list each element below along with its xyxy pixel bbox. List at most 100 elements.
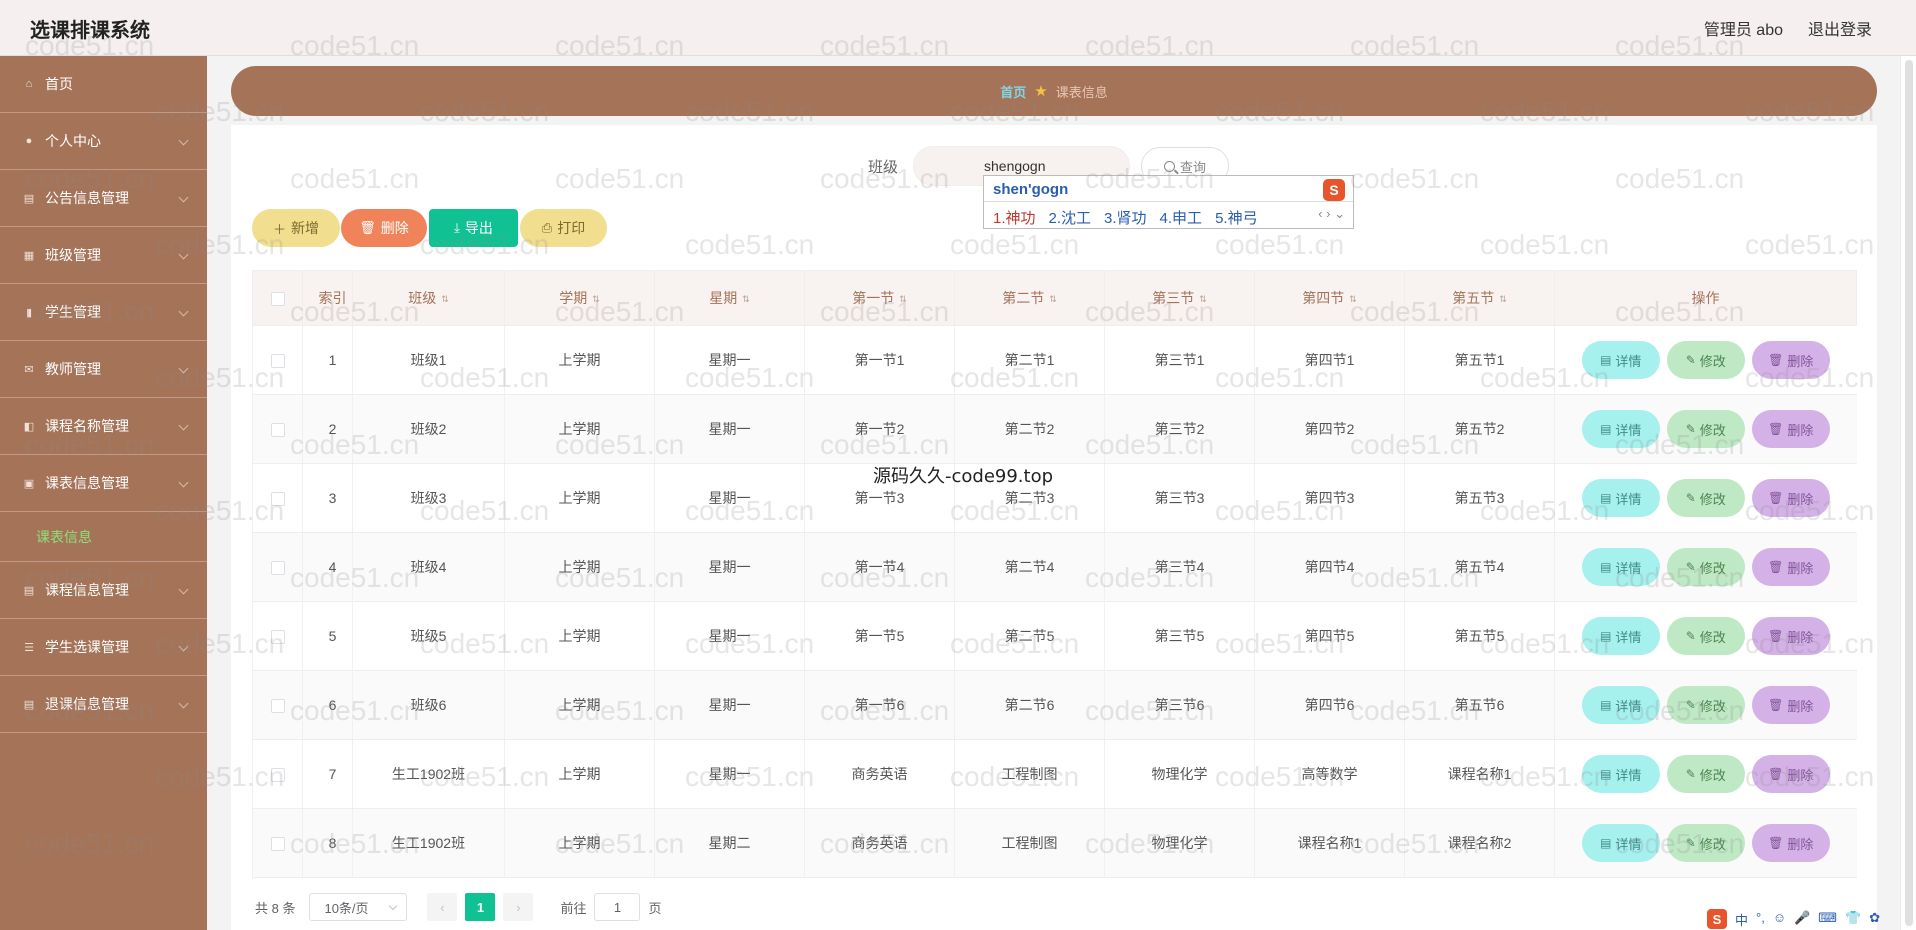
detail-button[interactable]: ▤ 详情: [1581, 686, 1660, 724]
edit-button[interactable]: ✎ 修改: [1666, 617, 1745, 655]
sidebar-item[interactable]: ⌂ 首页: [0, 56, 207, 113]
column-header[interactable]: 第一节 ⇅: [804, 270, 955, 326]
detail-button[interactable]: ▤ 详情: [1581, 341, 1660, 379]
sidebar-item[interactable]: ▤ 退课信息管理: [0, 676, 207, 733]
column-header[interactable]: 星期 ⇅: [654, 270, 805, 326]
delete-button[interactable]: 🗑 删除: [1751, 686, 1830, 724]
detail-button[interactable]: ▤ 详情: [1581, 617, 1660, 655]
row-checkbox[interactable]: [270, 699, 285, 714]
logout-link[interactable]: 退出登录: [1808, 16, 1872, 40]
edit-button[interactable]: ✎ 修改: [1666, 824, 1745, 862]
sort-icon[interactable]: ⇅: [1049, 294, 1057, 305]
delete-button[interactable]: 🗑 删除: [1751, 824, 1830, 862]
sidebar-item[interactable]: ▦ 班级管理: [0, 227, 207, 284]
add-button[interactable]: ＋ 新增: [252, 209, 340, 247]
table-cell: 星期一: [654, 463, 805, 533]
row-checkbox[interactable]: [270, 492, 285, 507]
trash-icon: 🗑: [1768, 491, 1784, 505]
checkbox[interactable]: [270, 292, 285, 307]
table-cell: 第二节1: [954, 325, 1105, 395]
delete-button[interactable]: 🗑 删除: [1751, 410, 1830, 448]
sort-icon[interactable]: ⇅: [592, 294, 600, 305]
tray-icon[interactable]: °,: [1756, 910, 1765, 929]
tray-icon[interactable]: ✿: [1869, 910, 1880, 929]
row-checkbox[interactable]: [270, 630, 285, 645]
pencil-icon: ✎: [1685, 767, 1696, 781]
detail-button[interactable]: ▤ 详情: [1581, 410, 1660, 448]
sidebar-subitem-schedule-info[interactable]: 课表信息: [0, 512, 207, 562]
sidebar-item[interactable]: ▮ 学生管理: [0, 284, 207, 341]
vertical-scrollbar[interactable]: [1900, 56, 1916, 930]
goto-page-input[interactable]: 1: [594, 893, 641, 921]
batch-delete-button[interactable]: 🗑 删除: [341, 209, 427, 247]
delete-button[interactable]: 🗑 删除: [1751, 617, 1830, 655]
print-button[interactable]: ⎙ 打印: [520, 209, 607, 247]
edit-button[interactable]: ✎ 修改: [1666, 686, 1745, 724]
edit-button[interactable]: ✎ 修改: [1666, 341, 1745, 379]
tray-icon[interactable]: 🎤: [1794, 910, 1810, 929]
sidebar-item[interactable]: ✉ 教师管理: [0, 341, 207, 398]
row-checkbox[interactable]: [270, 768, 285, 783]
ime-candidate[interactable]: 1.神功: [993, 210, 1036, 227]
prev-page-button[interactable]: ‹: [427, 893, 458, 921]
row-checkbox[interactable]: [270, 354, 285, 369]
ime-candidate[interactable]: 5.神弓: [1215, 210, 1258, 227]
column-header[interactable]: 第二节 ⇅: [954, 270, 1105, 326]
sidebar-item[interactable]: ▤ 公告信息管理: [0, 170, 207, 227]
total-count: 共 8 条: [255, 900, 296, 916]
page-number-1[interactable]: 1: [465, 893, 496, 921]
detail-button[interactable]: ▤ 详情: [1581, 479, 1660, 517]
edit-button[interactable]: ✎ 修改: [1666, 410, 1745, 448]
row-checkbox[interactable]: [270, 423, 285, 438]
ime-candidate[interactable]: 2.沈工: [1049, 210, 1092, 227]
row-checkbox[interactable]: [270, 561, 285, 576]
document-icon: ▤: [1600, 629, 1612, 643]
header-select-all[interactable]: [252, 270, 303, 326]
table-row: 4 班级4 上学期 星期一 第一节4 第二节4 第三节4 第四节4 第五节4 ▤ 详情 ✎ 修改 🗑 删除: [252, 532, 1857, 602]
export-button[interactable]: ⤓ 导出: [429, 209, 518, 247]
delete-button[interactable]: 🗑 删除: [1751, 341, 1830, 379]
sort-icon[interactable]: ⇅: [1349, 294, 1357, 305]
column-header[interactable]: 班级 ⇅: [352, 270, 505, 326]
sogou-tray-icon[interactable]: S: [1707, 909, 1727, 929]
sidebar-item[interactable]: ● 个人中心: [0, 113, 207, 170]
tray-icon[interactable]: 👕: [1845, 910, 1861, 929]
column-header[interactable]: 学期 ⇅: [504, 270, 655, 326]
sidebar-item[interactable]: ☰ 学生选课管理: [0, 619, 207, 676]
ime-candidate[interactable]: 4.申工: [1160, 210, 1203, 227]
detail-button[interactable]: ▤ 详情: [1581, 548, 1660, 586]
next-page-button[interactable]: ›: [503, 893, 534, 921]
sort-icon[interactable]: ⇅: [742, 294, 750, 305]
edit-button[interactable]: ✎ 修改: [1666, 548, 1745, 586]
delete-button[interactable]: 🗑 删除: [1751, 548, 1830, 586]
edit-button[interactable]: ✎ 修改: [1666, 755, 1745, 793]
tray-icon[interactable]: 中: [1735, 910, 1748, 929]
edit-button[interactable]: ✎ 修改: [1666, 479, 1745, 517]
sort-icon[interactable]: ⇅: [899, 294, 907, 305]
ime-page-arrows-icon[interactable]: ‹ › ⌄: [1318, 206, 1345, 222]
tray-icon[interactable]: ⌨: [1818, 910, 1837, 929]
table-cell: 第三节1: [1104, 325, 1255, 395]
row-checkbox[interactable]: [270, 837, 285, 852]
sort-icon[interactable]: ⇅: [441, 294, 449, 305]
table-cell: 上学期: [504, 670, 655, 740]
sidebar-item[interactable]: ▣ 课表信息管理: [0, 455, 207, 512]
class-icon: ▦: [23, 249, 35, 262]
sidebar-item[interactable]: ▤ 课程信息管理: [0, 562, 207, 619]
detail-button[interactable]: ▤ 详情: [1581, 824, 1660, 862]
tray-icon[interactable]: ☺: [1773, 910, 1786, 929]
download-icon: ⤓: [454, 220, 460, 235]
breadcrumb-home[interactable]: 首页: [1000, 82, 1026, 101]
sidebar-item[interactable]: ◧ 课程名称管理: [0, 398, 207, 455]
page-size-select[interactable]: 10条/页: [309, 893, 408, 921]
detail-button[interactable]: ▤ 详情: [1581, 755, 1660, 793]
column-header[interactable]: 第四节 ⇅: [1254, 270, 1405, 326]
ime-candidate[interactable]: 3.肾功: [1104, 210, 1147, 227]
column-header[interactable]: 第五节 ⇅: [1404, 270, 1555, 326]
sort-icon[interactable]: ⇅: [1199, 294, 1207, 305]
sort-icon[interactable]: ⇅: [1499, 294, 1507, 305]
delete-button[interactable]: 🗑 删除: [1751, 479, 1830, 517]
delete-button[interactable]: 🗑 删除: [1751, 755, 1830, 793]
user-name: 管理员 abo: [1703, 22, 1783, 39]
column-header[interactable]: 第三节 ⇅: [1104, 270, 1255, 326]
